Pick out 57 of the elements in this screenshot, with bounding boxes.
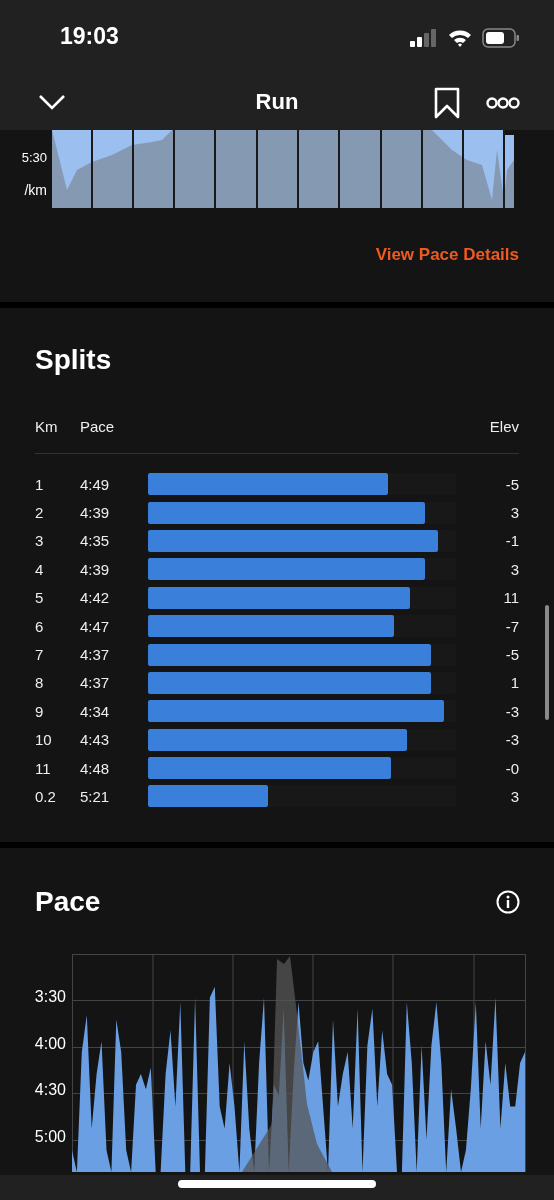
split-km: 6 — [35, 617, 45, 635]
bookmark-icon[interactable] — [434, 86, 460, 119]
split-km: 5 — [35, 589, 45, 607]
split-pace: 4:42 — [80, 589, 111, 607]
split-km: 1 — [35, 475, 45, 493]
axis-label: 5:30 — [21, 150, 47, 166]
split-km: 2 — [35, 504, 45, 522]
split-elevation: -3 — [504, 731, 519, 749]
split-elevation: 3 — [509, 788, 519, 805]
split-pace: 4:37 — [80, 646, 111, 664]
view-pace-details-link[interactable]: View Pace Details — [375, 245, 519, 265]
split-pace: 4:39 — [80, 560, 111, 578]
split-elevation: -5 — [504, 646, 519, 664]
split-km: 7 — [35, 646, 45, 664]
split-pace: 4:37 — [80, 674, 111, 692]
axis-label: /km — [24, 181, 47, 198]
split-pace: 4:39 — [80, 504, 111, 522]
split-elevation: 1 — [509, 674, 519, 692]
split-elevation: 3 — [509, 560, 519, 578]
split-elevation: 3 — [509, 504, 519, 522]
split-km: 11 — [35, 759, 52, 777]
section-title: Splits — [35, 343, 113, 376]
split-elevation: -5 — [504, 475, 519, 493]
split-pace: 4:34 — [80, 702, 111, 720]
split-km: 10 — [35, 731, 53, 749]
split-pace: 5:21 — [80, 788, 111, 805]
split-elevation: -7 — [504, 617, 519, 635]
split-elevation: -1 — [504, 532, 519, 550]
page-title: Run — [255, 89, 299, 115]
split-pace: 4:48 — [80, 759, 111, 777]
info-icon[interactable] — [496, 890, 520, 914]
split-elevation: -3 — [504, 702, 519, 720]
split-km: 0.2 — [35, 788, 57, 805]
split-pace: 4:47 — [80, 617, 111, 635]
split-km: 3 — [35, 532, 45, 550]
battery-icon — [482, 27, 520, 48]
split-km: 9 — [35, 702, 45, 720]
column-header: Pace — [80, 418, 116, 435]
axis-label: 4:30 — [34, 1081, 66, 1100]
split-elevation: -0 — [504, 759, 519, 777]
split-km: 4 — [35, 560, 45, 578]
axis-label: 4:00 — [34, 1034, 66, 1054]
more-icon[interactable] — [486, 95, 520, 110]
signal-icon — [410, 28, 438, 47]
section-title: Pace — [35, 886, 101, 918]
status-time: 19:03 — [60, 23, 119, 50]
split-elevation: 11 — [502, 589, 519, 607]
column-header: Km — [35, 418, 59, 435]
axis-label: 3:30 — [34, 988, 66, 1007]
axis-label: 5:00 — [34, 1127, 66, 1147]
column-header: Elev — [488, 418, 519, 435]
split-pace: 4:35 — [80, 532, 111, 550]
chevron-down-icon[interactable] — [38, 93, 66, 110]
split-pace: 4:49 — [80, 475, 111, 493]
wifi-icon — [448, 28, 472, 47]
split-pace: 4:43 — [80, 731, 111, 749]
split-km: 8 — [35, 674, 45, 692]
